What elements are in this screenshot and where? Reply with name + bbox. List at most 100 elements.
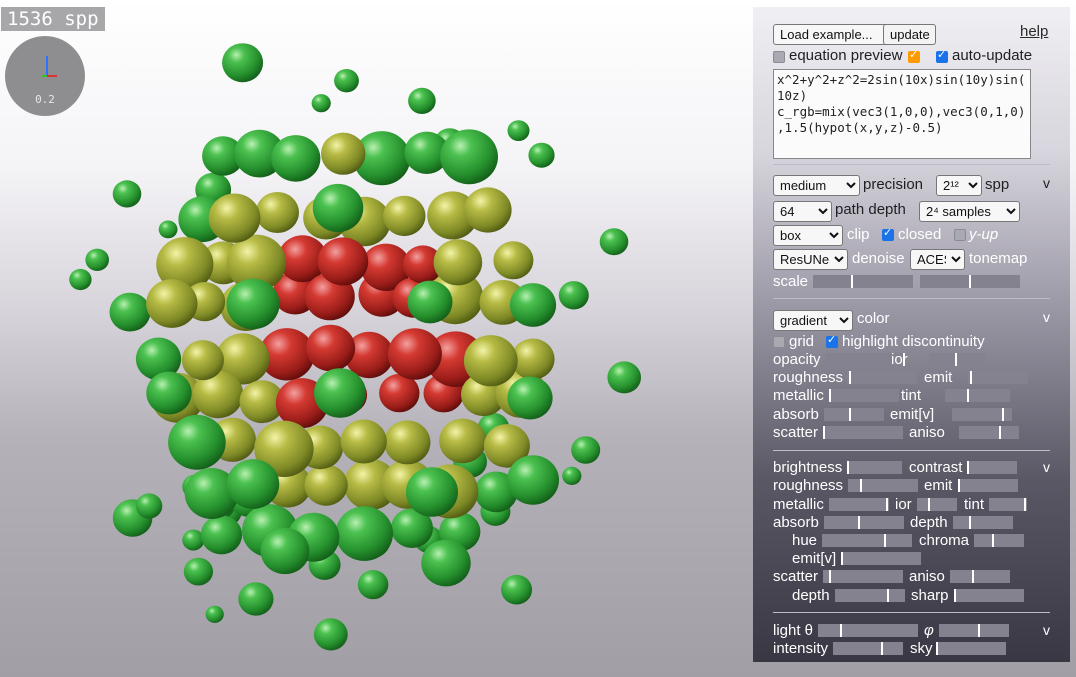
material-tint-slider[interactable]	[945, 389, 1010, 402]
surface-blob	[335, 506, 393, 561]
clip-select[interactable]: box	[773, 225, 843, 246]
surface-blob	[387, 328, 442, 380]
surface-blob	[340, 419, 387, 464]
surface-blob	[562, 466, 582, 485]
scale-slider-1[interactable]	[813, 275, 913, 288]
material-collapse-icon[interactable]: v	[1043, 309, 1050, 325]
surface-blob	[599, 228, 629, 256]
material-roughness-slider[interactable]	[847, 371, 917, 384]
light-collapse-icon[interactable]: v	[1043, 622, 1050, 638]
surface-tint-slider[interactable]	[989, 498, 1027, 511]
precision-label: precision	[863, 176, 924, 193]
grid-label: grid	[789, 333, 815, 350]
spp-label: spp	[985, 176, 1010, 193]
surface-roughness-slider[interactable]	[848, 479, 918, 492]
surface-collapse-icon[interactable]: v	[1043, 459, 1050, 475]
surface-blob	[407, 280, 453, 324]
depth-select[interactable]: 64	[773, 201, 832, 222]
material-metallic-slider[interactable]	[829, 389, 899, 402]
quality-select[interactable]: medium	[773, 175, 860, 196]
surface-blob	[558, 281, 589, 310]
material-scatter-slider[interactable]	[823, 426, 903, 439]
surface-depth-slider[interactable]	[953, 516, 1013, 529]
surface-blob	[312, 183, 364, 233]
scatter-depth-slider[interactable]	[835, 589, 905, 602]
surface-blob	[384, 420, 431, 465]
surface-aniso-label: aniso	[909, 568, 945, 585]
surface-blob	[421, 539, 471, 587]
material-absorb-slider[interactable]	[824, 408, 884, 421]
contrast-slider[interactable]	[967, 461, 1017, 474]
auto-update-checkbox[interactable]	[936, 48, 948, 63]
tonemap-select[interactable]: ACES	[910, 249, 965, 270]
yup-label: y-up	[969, 226, 999, 243]
help-link[interactable]: help	[1020, 23, 1048, 40]
emitv-slider[interactable]	[841, 552, 921, 565]
intensity-slider[interactable]	[833, 642, 903, 655]
light-theta-slider[interactable]	[818, 624, 918, 637]
equation-preview-checkbox[interactable]	[773, 51, 785, 63]
sky-slider[interactable]	[936, 642, 1006, 655]
color-label: color	[857, 310, 890, 327]
surface-scatter-slider[interactable]	[823, 570, 903, 583]
sharp-slider[interactable]	[954, 589, 1024, 602]
surface-blob	[112, 180, 142, 208]
hue-slider[interactable]	[822, 534, 912, 547]
light-theta-label: light θ	[773, 622, 814, 639]
brightness-label: brightness	[773, 459, 843, 476]
surface-roughness-label: roughness	[773, 477, 844, 494]
implicit-surface-render	[69, 43, 641, 651]
surface-blob	[168, 414, 226, 470]
scale-label: scale	[773, 273, 809, 290]
light-phi-slider[interactable]	[939, 624, 1009, 637]
surface-blob	[314, 368, 366, 418]
closed-checkbox[interactable]	[882, 226, 894, 241]
surface-absorb-label: absorb	[773, 514, 819, 531]
brightness-slider[interactable]	[847, 461, 902, 474]
surface-blob	[406, 467, 458, 517]
material-aniso-slider[interactable]	[959, 426, 1019, 439]
surface-absorb-slider[interactable]	[824, 516, 904, 529]
surface-metallic-slider[interactable]	[829, 498, 889, 511]
contrast-label: contrast	[909, 459, 963, 476]
equation-input[interactable]	[773, 69, 1031, 159]
material-aniso-label: aniso	[909, 424, 945, 441]
surface-emit-slider[interactable]	[958, 479, 1018, 492]
surface-blob	[313, 618, 348, 651]
surface-blob	[181, 340, 224, 381]
equation-preview-toggle[interactable]	[908, 48, 920, 63]
denoise-label: denoise	[852, 250, 905, 267]
surface-blob	[208, 193, 261, 243]
surface-emit-label: emit	[924, 477, 953, 494]
scale-slider-2[interactable]	[920, 275, 1020, 288]
surface-blob	[433, 239, 483, 286]
surface-blob	[146, 279, 198, 328]
surface-blob	[571, 436, 601, 464]
color-mode-select[interactable]: gradient	[773, 310, 853, 331]
material-emit-slider[interactable]	[968, 371, 1028, 384]
spp-select[interactable]: 2¹²	[936, 175, 982, 196]
surface-blob	[109, 292, 151, 332]
material-ior-slider[interactable]	[929, 353, 986, 366]
intensity-label: intensity	[773, 640, 829, 657]
surface-blob	[226, 459, 280, 509]
surface-blob	[334, 69, 359, 93]
surface-blob	[607, 361, 641, 394]
material-tint-label: tint	[901, 387, 922, 404]
render-collapse-icon[interactable]: v	[1043, 175, 1050, 191]
material-emitv-slider[interactable]	[952, 408, 1012, 421]
chroma-slider[interactable]	[974, 534, 1024, 547]
surface-ior-slider[interactable]	[917, 498, 957, 511]
samples-select[interactable]: 2⁴ samples	[919, 201, 1020, 222]
surface-blob	[509, 283, 557, 327]
highlight-discontinuity-checkbox[interactable]	[826, 333, 838, 348]
surface-depth-label: depth	[910, 514, 948, 531]
yup-checkbox[interactable]	[954, 229, 966, 241]
grid-checkbox[interactable]	[773, 336, 785, 348]
surface-aniso-slider[interactable]	[950, 570, 1010, 583]
axis-gizmo[interactable]: 0.2	[5, 36, 85, 116]
denoise-select[interactable]: ResUNet	[773, 249, 848, 270]
surface-blob	[306, 324, 356, 372]
update-button[interactable]: update	[883, 24, 936, 45]
highlight-discontinuity-label: highlight discontinuity	[842, 333, 985, 350]
